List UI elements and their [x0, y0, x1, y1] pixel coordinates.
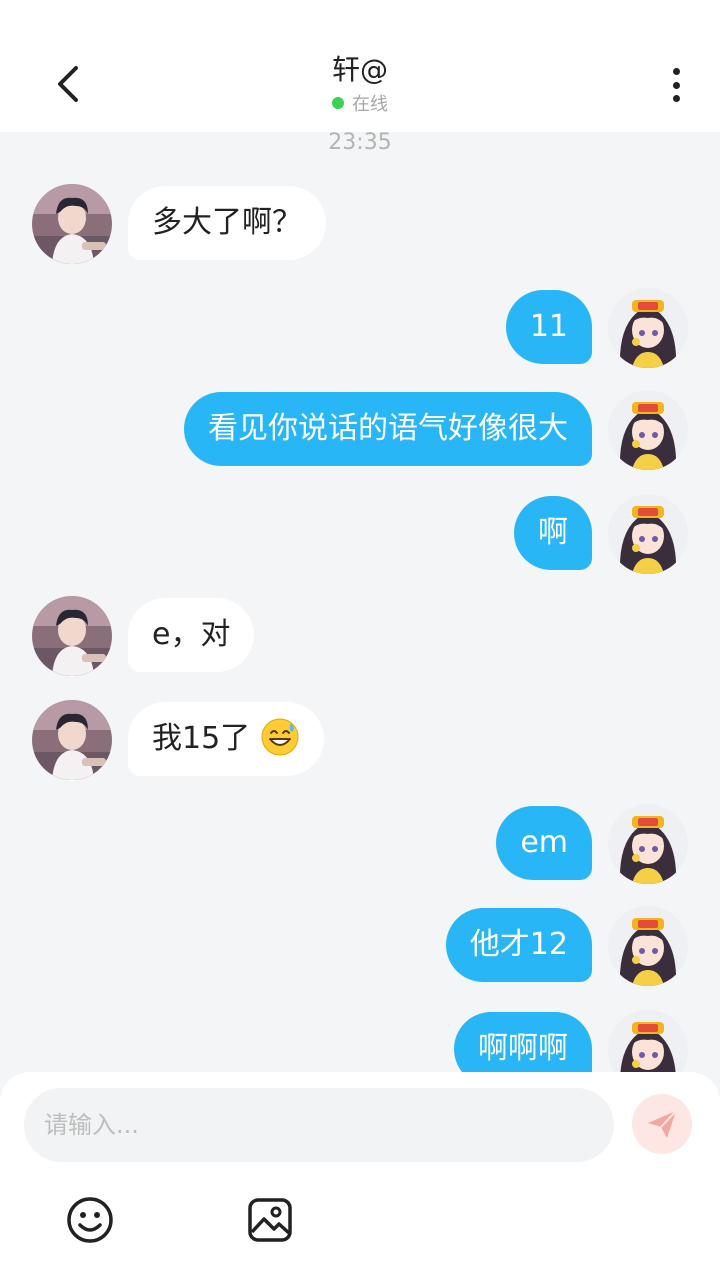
message-row: 啊 [0, 494, 720, 574]
message-text: 我15了 [152, 721, 251, 756]
chat-header: 轩@ 在线 [0, 0, 720, 132]
outgoing-bubble[interactable]: 看见你说话的语气好像很大 [184, 392, 592, 466]
emoji-button[interactable] [60, 1190, 120, 1250]
my-avatar[interactable] [608, 390, 688, 470]
my-avatar[interactable] [608, 288, 688, 368]
my-avatar[interactable] [608, 494, 688, 574]
title-block: 轩@ 在线 [0, 52, 720, 116]
incoming-bubble[interactable]: 我15了 [128, 702, 324, 776]
outgoing-bubble[interactable]: em [496, 806, 592, 880]
message-row: e，对 [0, 596, 720, 676]
timestamp: 23:35 [328, 132, 392, 155]
message-input[interactable]: 请输入... [24, 1088, 614, 1162]
image-button[interactable] [240, 1190, 300, 1250]
incoming-bubble[interactable]: e，对 [128, 598, 255, 672]
image-icon [248, 1198, 292, 1242]
contact-avatar[interactable] [32, 184, 112, 264]
message-row: 他才12 [0, 906, 720, 986]
message-row: 啊啊啊 [0, 1010, 720, 1072]
message-row: em [0, 804, 720, 884]
send-button[interactable] [632, 1094, 692, 1154]
message-row: 11 [0, 288, 720, 368]
emoji-icon [67, 1197, 113, 1243]
online-dot-icon [332, 97, 344, 109]
message-row: 多大了啊？ [0, 184, 720, 264]
message-composer: 请输入... [0, 1072, 720, 1280]
my-avatar[interactable] [608, 906, 688, 986]
outgoing-bubble[interactable]: 他才12 [445, 908, 592, 982]
contact-name: 轩@ [331, 53, 388, 86]
my-avatar[interactable] [608, 1010, 688, 1072]
more-options-button[interactable] [660, 64, 692, 106]
chat-messages[interactable]: 23:35 多大了啊？ 11 看见你说话的语气好像很大 啊 e，对 我15了 e… [0, 132, 720, 1072]
outgoing-bubble[interactable]: 啊 [514, 496, 592, 570]
grinning-sweat-emoji-icon [261, 718, 299, 755]
send-icon [648, 1110, 677, 1138]
status-label: 在线 [352, 94, 388, 115]
message-row: 看见你说话的语气好像很大 [0, 390, 720, 470]
more-vertical-icon [672, 68, 680, 75]
contact-avatar[interactable] [32, 700, 112, 780]
outgoing-bubble[interactable]: 11 [505, 290, 592, 364]
online-status: 在线 [0, 90, 720, 116]
incoming-bubble[interactable]: 多大了啊？ [128, 186, 326, 260]
message-row: 我15了 [0, 700, 720, 780]
outgoing-bubble[interactable]: 啊啊啊 [454, 1012, 592, 1072]
contact-avatar[interactable] [32, 596, 112, 676]
my-avatar[interactable] [608, 804, 688, 884]
